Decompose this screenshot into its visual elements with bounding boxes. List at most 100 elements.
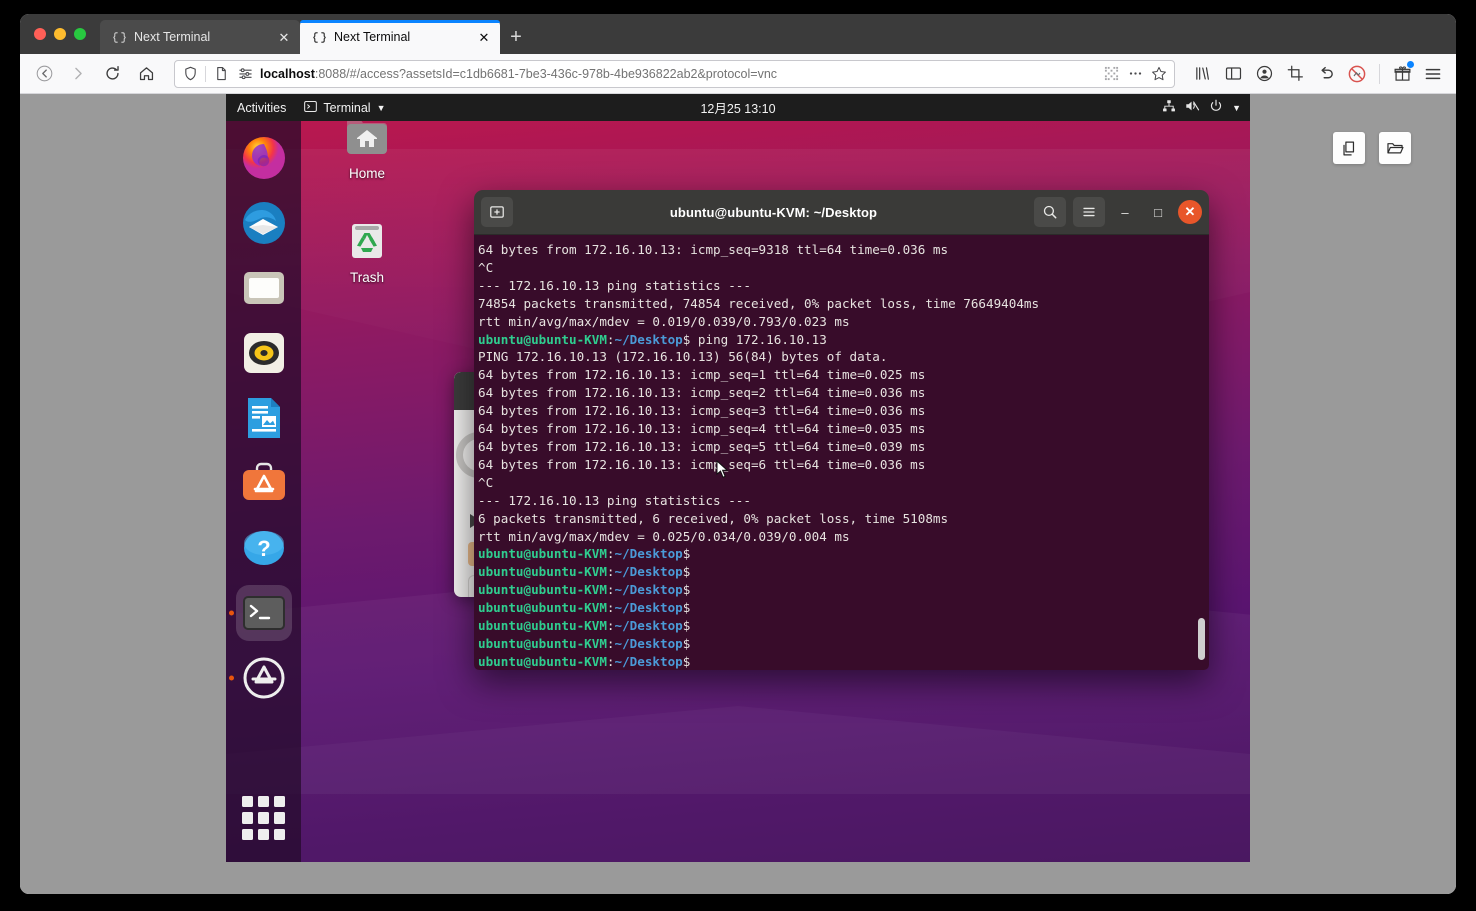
terminal-output-line: 64 bytes from 172.16.10.13: icmp_seq=3 t… bbox=[478, 402, 1209, 420]
terminal-lines: 64 bytes from 172.16.10.13: icmp_seq=931… bbox=[478, 241, 1209, 670]
prompt-colon: : bbox=[607, 600, 615, 615]
tab-close-icon[interactable]: ✕ bbox=[276, 29, 292, 45]
terminal-prompt-line: ubuntu@ubuntu-KVM:~/Desktop$ bbox=[478, 617, 1209, 635]
network-wired-icon bbox=[1162, 99, 1176, 116]
url-text[interactable]: localhost:8088/#/access?assetsId=c1db668… bbox=[260, 67, 1096, 81]
svg-text:?: ? bbox=[257, 536, 270, 561]
new-tab-icon[interactable] bbox=[481, 197, 513, 227]
terminal-maximize-button[interactable]: □ bbox=[1145, 199, 1171, 225]
dock-item-rhythmbox[interactable] bbox=[236, 325, 292, 381]
maximize-window-button[interactable] bbox=[74, 28, 86, 40]
prompt-dollar: $ bbox=[683, 654, 691, 669]
terminal-output-line: rtt min/avg/max/mdev = 0.019/0.039/0.793… bbox=[478, 313, 1209, 331]
page-actions-icon[interactable] bbox=[1126, 65, 1144, 83]
prompt-dollar: $ bbox=[683, 582, 691, 597]
ubuntu-dock: ? bbox=[226, 121, 301, 862]
running-indicator bbox=[229, 676, 234, 681]
tab-next-terminal-1[interactable]: Next Terminal ✕ bbox=[100, 20, 300, 54]
prompt-user-host: ubuntu@ubuntu-KVM bbox=[478, 582, 607, 597]
volume-muted-icon bbox=[1185, 99, 1200, 116]
terminal-titlebar[interactable]: ubuntu@ubuntu-KVM: ~/Desktop – □ ✕ bbox=[474, 190, 1209, 235]
system-tray[interactable]: ▼ bbox=[1162, 99, 1241, 116]
terminal-minimize-button[interactable]: – bbox=[1112, 199, 1138, 225]
grid-dot bbox=[242, 812, 253, 823]
grid-dot bbox=[258, 812, 269, 823]
page-icon[interactable] bbox=[212, 65, 230, 83]
shield-icon[interactable] bbox=[181, 65, 199, 83]
trash-icon bbox=[343, 216, 391, 264]
desktop-icon-label: Home bbox=[349, 166, 385, 181]
desktop-icon-trash[interactable]: Trash bbox=[322, 216, 412, 285]
prompt-user-host: ubuntu@ubuntu-KVM bbox=[478, 564, 607, 579]
prompt-dollar: $ bbox=[683, 636, 691, 651]
close-window-button[interactable] bbox=[34, 28, 46, 40]
clipboard-icon[interactable] bbox=[1333, 132, 1365, 164]
prompt-user-host: ubuntu@ubuntu-KVM bbox=[478, 600, 607, 615]
dock-item-libreoffice-writer[interactable] bbox=[236, 390, 292, 446]
terminal-output-line: --- 172.16.10.13 ping statistics --- bbox=[478, 277, 1209, 295]
running-indicator bbox=[229, 611, 234, 616]
gift-icon[interactable] bbox=[1387, 58, 1417, 90]
terminal-close-button[interactable]: ✕ bbox=[1178, 200, 1202, 224]
gift-badge-dot bbox=[1407, 61, 1414, 68]
dock-item-terminal[interactable] bbox=[236, 585, 292, 641]
prompt-path: ~/Desktop bbox=[615, 564, 683, 579]
prompt-user-host: ubuntu@ubuntu-KVM bbox=[478, 618, 607, 633]
show-applications-button[interactable] bbox=[242, 796, 286, 840]
url-host: localhost bbox=[260, 67, 315, 81]
grid-dot bbox=[274, 812, 285, 823]
chevron-down-icon: ▼ bbox=[1232, 103, 1241, 113]
prompt-path: ~/Desktop bbox=[615, 582, 683, 597]
bookmark-star-icon[interactable] bbox=[1150, 65, 1168, 83]
terminal-prompt-line: ubuntu@ubuntu-KVM:~/Desktop$ bbox=[478, 599, 1209, 617]
app-menu-label: Terminal bbox=[323, 101, 370, 115]
search-icon[interactable] bbox=[1034, 197, 1066, 227]
new-tab-button[interactable]: + bbox=[500, 20, 532, 54]
file-manager-icon[interactable] bbox=[1379, 132, 1411, 164]
reload-button[interactable] bbox=[96, 58, 128, 90]
screenshot-icon[interactable] bbox=[1280, 58, 1310, 90]
vnc-remote-desktop[interactable]: Activities Terminal ▼ 12月25 13:10 bbox=[226, 94, 1250, 862]
dock-item-thunderbird[interactable] bbox=[236, 195, 292, 251]
account-icon[interactable] bbox=[1249, 58, 1279, 90]
minimize-window-button[interactable] bbox=[54, 28, 66, 40]
home-button[interactable] bbox=[130, 58, 162, 90]
navigation-toolbar: localhost:8088/#/access?assetsId=c1db668… bbox=[20, 54, 1456, 94]
terminal-output-line: 64 bytes from 172.16.10.13: icmp_seq=5 t… bbox=[478, 438, 1209, 456]
terminal-output[interactable]: 64 bytes from 172.16.10.13: icmp_seq=931… bbox=[474, 235, 1209, 670]
braces-icon bbox=[312, 30, 326, 44]
prompt-dollar: $ ping 172.16.10.13 bbox=[683, 332, 827, 347]
gnome-terminal-window[interactable]: ubuntu@ubuntu-KVM: ~/Desktop – □ ✕ 64 by… bbox=[474, 190, 1209, 670]
hamburger-icon[interactable] bbox=[1073, 197, 1105, 227]
terminal-output-line: 64 bytes from 172.16.10.13: icmp_seq=2 t… bbox=[478, 384, 1209, 402]
dock-item-ubuntu-software[interactable] bbox=[236, 455, 292, 511]
permissions-icon[interactable] bbox=[236, 65, 254, 83]
app-menu-terminal[interactable]: Terminal ▼ bbox=[296, 100, 393, 116]
dock-item-files[interactable] bbox=[236, 260, 292, 316]
prompt-colon: : bbox=[607, 582, 615, 597]
terminal-scrollbar[interactable] bbox=[1198, 618, 1205, 660]
urlbar-divider bbox=[205, 66, 206, 82]
dock-item-help[interactable]: ? bbox=[236, 520, 292, 576]
menu-icon[interactable] bbox=[1418, 58, 1448, 90]
prompt-path: ~/Desktop bbox=[615, 636, 683, 651]
desktop-icon-home[interactable]: Home bbox=[322, 112, 412, 181]
prompt-path: ~/Desktop bbox=[615, 600, 683, 615]
prompt-path: ~/Desktop bbox=[615, 546, 683, 561]
dock-item-firefox[interactable] bbox=[236, 130, 292, 186]
activities-button[interactable]: Activities bbox=[226, 101, 296, 115]
tab-next-terminal-2[interactable]: Next Terminal ✕ bbox=[300, 20, 500, 54]
prompt-path: ~/Desktop bbox=[615, 332, 683, 347]
tracking-blocked-icon[interactable] bbox=[1342, 58, 1372, 90]
forward-button[interactable] bbox=[62, 58, 94, 90]
sidebar-icon[interactable] bbox=[1218, 58, 1248, 90]
qr-code-icon[interactable] bbox=[1102, 65, 1120, 83]
tab-strip: Next Terminal ✕ Next Terminal ✕ + bbox=[20, 14, 1456, 54]
dock-item-software-updater[interactable] bbox=[236, 650, 292, 706]
library-icon[interactable] bbox=[1187, 58, 1217, 90]
url-bar[interactable]: localhost:8088/#/access?assetsId=c1db668… bbox=[174, 60, 1175, 88]
grid-dot bbox=[258, 796, 269, 807]
back-button[interactable] bbox=[28, 58, 60, 90]
undo-icon[interactable] bbox=[1311, 58, 1341, 90]
tab-close-icon[interactable]: ✕ bbox=[476, 29, 492, 45]
